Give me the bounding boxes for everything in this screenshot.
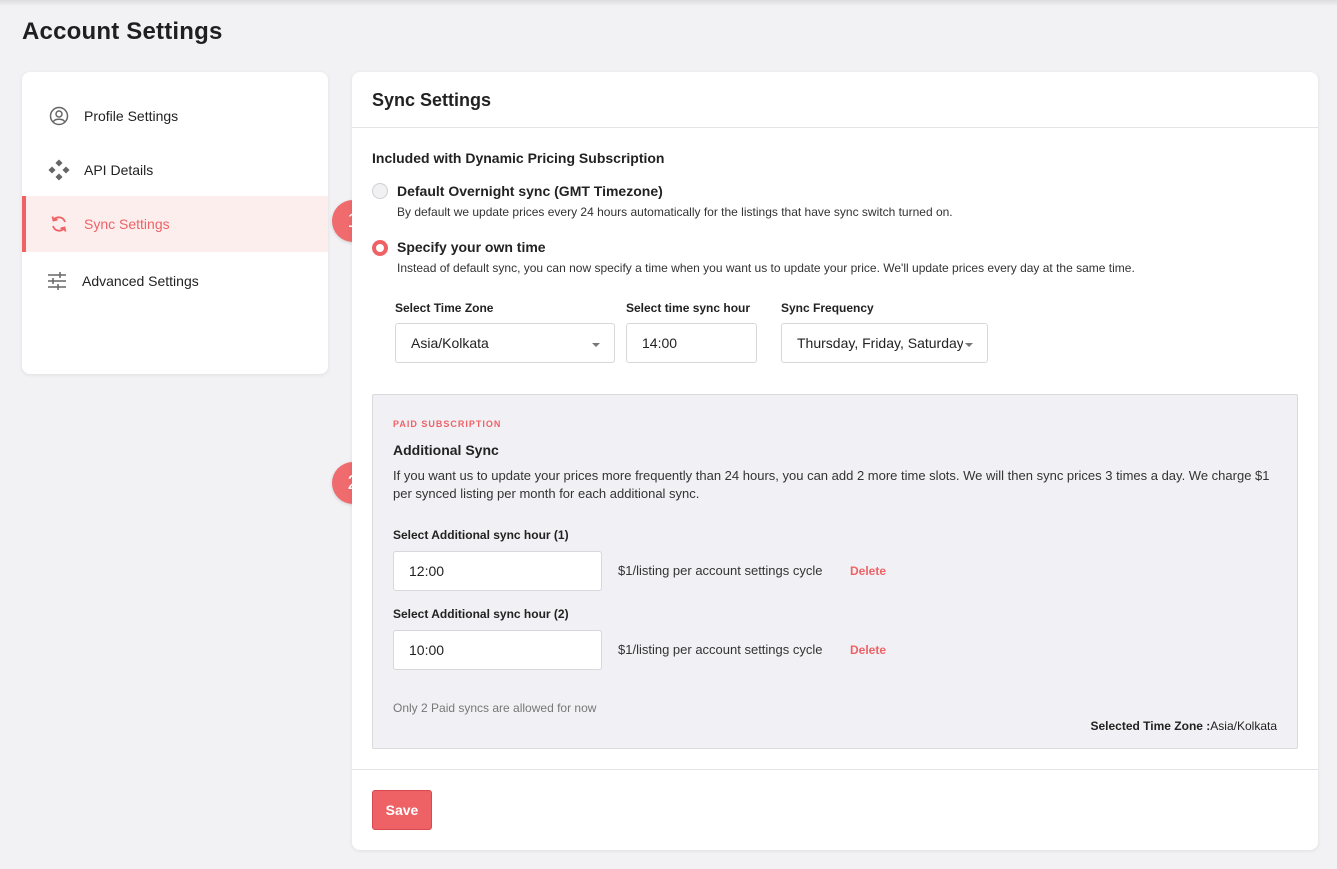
sidebar-item-api-details[interactable]: API Details xyxy=(22,143,328,197)
selected-timezone-label: Selected Time Zone : xyxy=(1090,719,1211,733)
custom-time-description: Instead of default sync, you can now spe… xyxy=(397,261,1135,275)
page-title: Account Settings xyxy=(22,18,223,45)
delete-slot-1-link[interactable]: Delete xyxy=(850,564,886,578)
paid-subscription-panel: PAID SUBSCRIPTION Additional Sync If you… xyxy=(372,394,1298,749)
sidebar-item-profile-settings[interactable]: Profile Settings xyxy=(22,89,328,143)
top-shadow xyxy=(0,0,1337,6)
sidebar-item-advanced-settings[interactable]: Advanced Settings xyxy=(22,254,328,308)
custom-time-radio[interactable] xyxy=(372,240,388,256)
selected-timezone-summary: Selected Time Zone :Asia/Kolkata xyxy=(1090,719,1277,733)
sidebar-item-label: Sync Settings xyxy=(84,216,170,232)
default-sync-title: Default Overnight sync (GMT Timezone) xyxy=(397,183,663,199)
default-sync-description: By default we update prices every 24 hou… xyxy=(397,205,953,219)
additional-sync-description: If you want us to update your prices mor… xyxy=(393,468,1270,501)
chevron-down-icon xyxy=(592,343,600,347)
chevron-down-icon xyxy=(965,343,973,347)
save-button[interactable]: Save xyxy=(372,790,432,830)
additional-sync-2-label: Select Additional sync hour (2) xyxy=(393,607,569,621)
paid-subscription-tag: PAID SUBSCRIPTION xyxy=(393,419,502,429)
selected-timezone-value: Asia/Kolkata xyxy=(1210,719,1277,733)
sidebar-item-label: Profile Settings xyxy=(84,108,179,124)
sync-hour-label: Select time sync hour xyxy=(626,301,751,315)
sidebar-item-sync-settings[interactable]: Sync Settings xyxy=(22,196,328,252)
sidebar-item-label: API Details xyxy=(84,162,154,178)
panel-title: Sync Settings xyxy=(372,90,492,110)
additional-sync-2-input[interactable]: 10:00 xyxy=(393,630,602,670)
sync-hour-input[interactable]: 14:00 xyxy=(626,323,757,363)
sync-hour-value: 14:00 xyxy=(642,335,678,351)
header-divider xyxy=(352,127,1318,128)
sync-settings-panel: Sync Settings Included with Dynamic Pric… xyxy=(352,72,1318,850)
timezone-value: Asia/Kolkata xyxy=(411,335,489,351)
frequency-select[interactable]: Thursday, Friday, Saturday xyxy=(781,323,988,363)
price-note: $1/listing per account settings cycle xyxy=(618,563,823,578)
price-note: $1/listing per account settings cycle xyxy=(618,642,823,657)
sliders-icon xyxy=(46,270,68,292)
footer-divider xyxy=(352,769,1318,770)
paid-limit-note: Only 2 Paid syncs are allowed for now xyxy=(393,701,597,715)
included-heading: Included with Dynamic Pricing Subscripti… xyxy=(372,150,665,166)
additional-sync-1-value: 12:00 xyxy=(409,563,445,579)
additional-sync-2-value: 10:00 xyxy=(409,642,445,658)
frequency-value: Thursday, Friday, Saturday xyxy=(797,335,963,351)
default-sync-radio[interactable] xyxy=(372,183,388,199)
additional-sync-1-input[interactable]: 12:00 xyxy=(393,551,602,591)
user-circle-icon xyxy=(48,105,70,127)
custom-time-title: Specify your own time xyxy=(397,239,546,255)
additional-sync-1-label: Select Additional sync hour (1) xyxy=(393,528,569,542)
settings-sidebar: Profile Settings API Details Sync Settin… xyxy=(22,72,328,374)
timezone-select[interactable]: Asia/Kolkata xyxy=(395,323,615,363)
sync-icon xyxy=(48,213,70,235)
additional-sync-title: Additional Sync xyxy=(393,442,499,458)
delete-slot-2-link[interactable]: Delete xyxy=(850,643,886,657)
timezone-label: Select Time Zone xyxy=(395,301,494,315)
frequency-label: Sync Frequency xyxy=(781,301,874,315)
api-diamond-icon xyxy=(48,159,70,181)
sidebar-item-label: Advanced Settings xyxy=(82,273,199,289)
